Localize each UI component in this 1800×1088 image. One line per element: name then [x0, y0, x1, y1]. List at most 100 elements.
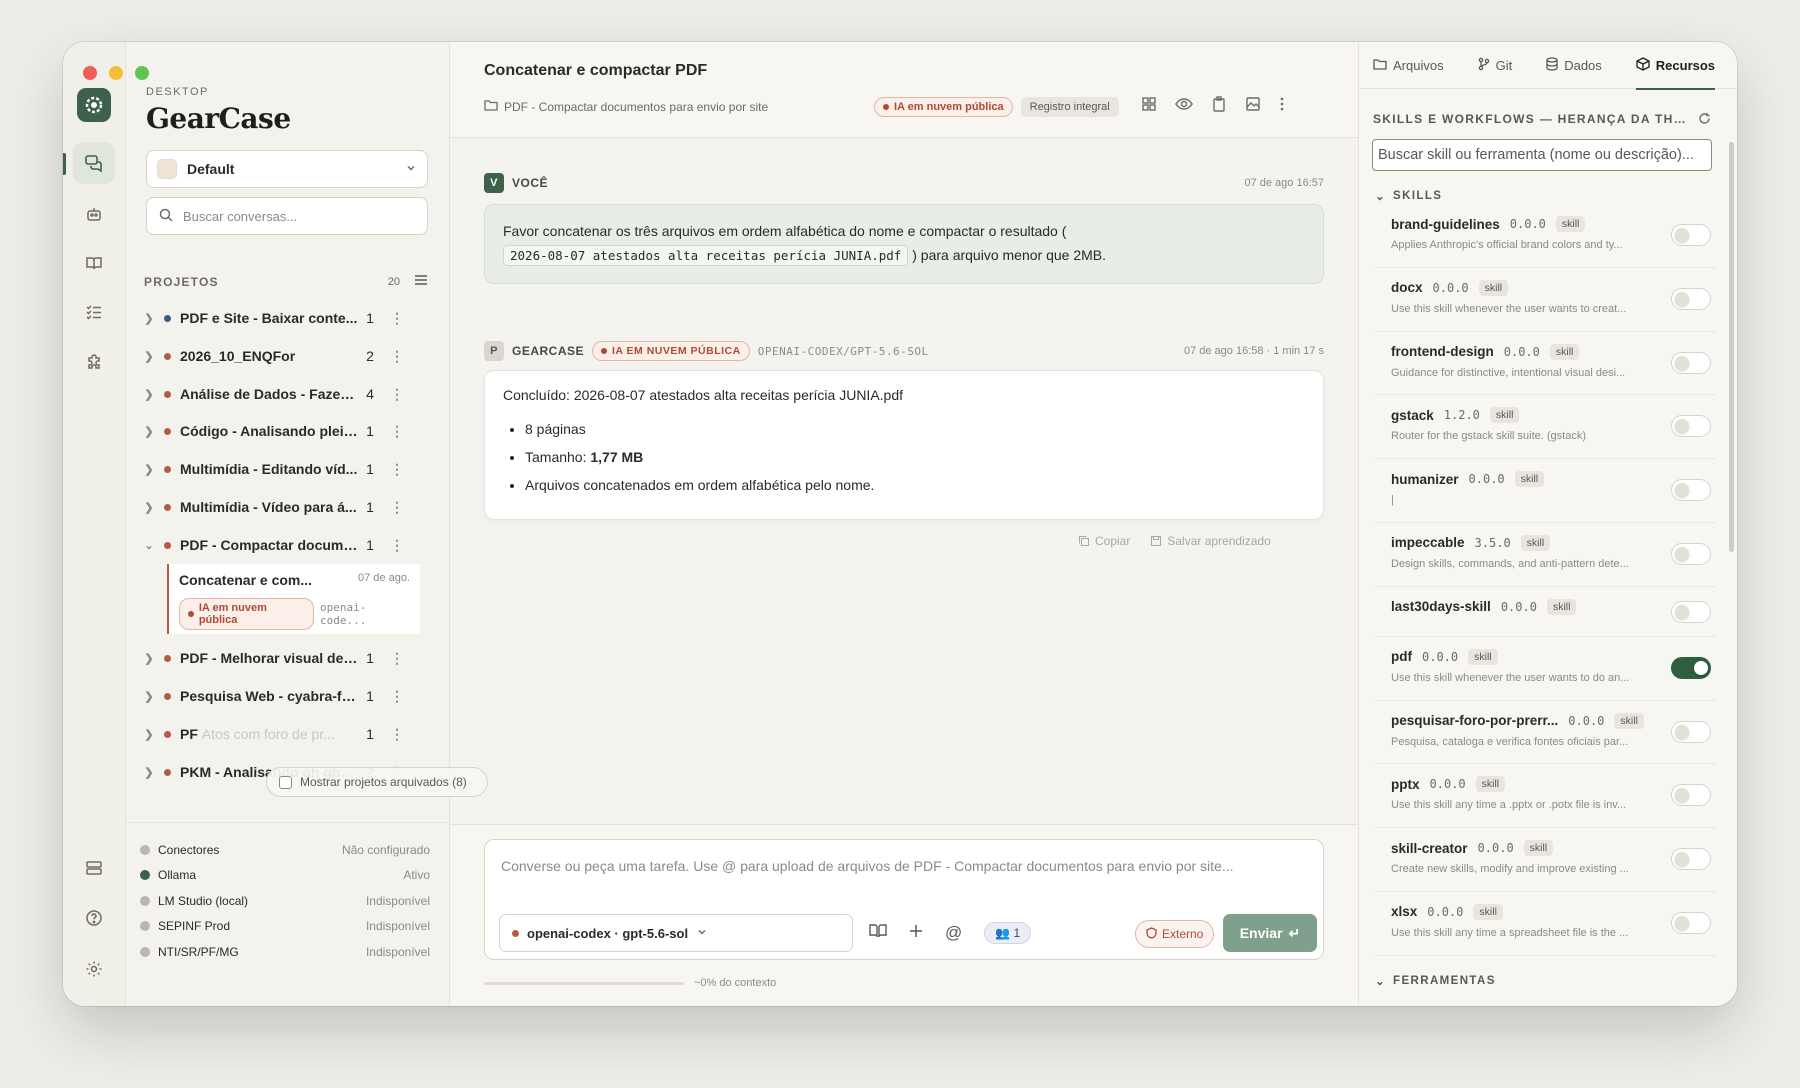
chevron-right-icon: ❯	[144, 312, 154, 325]
tools-heading[interactable]: ⌄ FERRAMENTAS	[1375, 974, 1496, 988]
skill-toggle[interactable]	[1671, 600, 1711, 623]
chevron-down-icon: ⌄	[144, 539, 154, 552]
layout-icon[interactable]	[73, 847, 115, 889]
more-vertical-icon[interactable]: ⋮	[382, 650, 412, 667]
more-vertical-icon[interactable]: ⋮	[382, 537, 412, 554]
more-vertical-icon[interactable]: ⋮	[382, 461, 412, 478]
connector-row[interactable]: Ollama Ativo	[140, 863, 430, 889]
enter-icon: ↵	[1288, 924, 1301, 941]
checklist-icon[interactable]	[73, 291, 115, 333]
skill-toggle[interactable]	[1671, 415, 1711, 438]
book-icon[interactable]	[869, 923, 887, 944]
clipboard-icon[interactable]	[1211, 96, 1227, 117]
book-icon[interactable]	[73, 242, 115, 284]
project-row[interactable]: ❯ Código - Analisando pleia... 1 ⋮	[138, 413, 416, 449]
composer[interactable]: Converse ou peça uma tarefa. Use @ para …	[484, 839, 1365, 960]
skill-toggle[interactable]	[1671, 542, 1711, 565]
more-vertical-icon[interactable]	[1279, 96, 1285, 117]
context-label: ~0% do contexto	[694, 977, 777, 989]
external-badge[interactable]: Externo	[1135, 920, 1215, 948]
skill-toggle[interactable]	[1671, 720, 1711, 743]
save-learning-button[interactable]: Salvar aprendizado	[1150, 534, 1271, 548]
project-row[interactable]: ❯ Multimídia - Vídeo para á... 1 ⋮	[138, 489, 416, 525]
connector-row[interactable]: LM Studio (local) Indisponível	[140, 888, 430, 914]
plus-icon[interactable]	[909, 924, 923, 943]
chevron-right-icon: ❯	[144, 425, 154, 438]
eye-icon[interactable]	[1174, 96, 1193, 117]
project-name: Multimídia - Vídeo para á...	[180, 499, 357, 515]
project-row[interactable]: ❯ PDF - Melhorar visual de ... 1 ⋮	[138, 640, 416, 676]
chevron-down-icon	[696, 926, 708, 941]
skill-toggle[interactable]	[1671, 848, 1711, 871]
avatar: P	[484, 341, 504, 361]
copy-button[interactable]: Copiar	[1078, 534, 1130, 548]
skill-toggle[interactable]	[1671, 351, 1711, 374]
more-vertical-icon[interactable]: ⋮	[382, 688, 412, 705]
project-row[interactable]: ❯ PF Atos com foro de pr... 1 ⋮	[138, 716, 416, 752]
skill-toggle[interactable]	[1671, 656, 1711, 679]
skill-toggle[interactable]	[1671, 911, 1711, 934]
skill-description: Create new skills, modify and improve ex…	[1391, 863, 1629, 876]
chat-icon[interactable]	[73, 142, 115, 184]
more-vertical-icon[interactable]: ⋮	[382, 310, 412, 327]
avatar: V	[484, 173, 504, 193]
model-select[interactable]: openai-codex · gpt-5.6-sol	[499, 914, 853, 952]
project-row[interactable]: ❯ Multimídia - Editando víd... 1 ⋮	[138, 451, 416, 487]
grid-icon[interactable]	[1141, 96, 1157, 117]
connector-row[interactable]: Conectores Não configurado	[140, 837, 430, 863]
chevron-right-icon: ❯	[144, 652, 154, 665]
skill-toggle[interactable]	[1671, 784, 1711, 807]
archived-checkbox[interactable]	[279, 775, 292, 789]
panel-scrollbar[interactable]	[1729, 142, 1734, 552]
show-archived-toggle[interactable]: Mostrar projetos arquivados (8)	[266, 767, 488, 797]
log-badge: Registro integral	[1020, 96, 1119, 117]
minimize-window-button[interactable]	[109, 66, 123, 80]
skill-item: docx 0.0.0 skill Use this skill whenever th…	[1375, 268, 1715, 332]
close-window-button[interactable]	[83, 66, 97, 80]
skill-search-placeholder: Buscar skill ou ferramenta (nome ou desc…	[1378, 147, 1694, 163]
more-vertical-icon[interactable]: ⋮	[382, 726, 412, 743]
send-button[interactable]: Enviar ↵	[1223, 914, 1317, 952]
list-menu-icon[interactable]	[414, 274, 428, 289]
project-row-selected[interactable]: ⌄ PDF - Compactar docume... 1 ⋮	[138, 527, 416, 563]
more-vertical-icon[interactable]: ⋮	[382, 348, 412, 365]
message-input[interactable]: Converse ou peça uma tarefa. Use @ para …	[501, 854, 1291, 878]
puzzle-icon[interactable]	[73, 342, 115, 384]
workspace-select[interactable]: Default	[146, 150, 428, 188]
more-vertical-icon[interactable]: ⋮	[382, 386, 412, 403]
skill-toggle[interactable]	[1671, 224, 1711, 246]
connector-row[interactable]: NTI/SR/PF/MG Indisponível	[140, 939, 430, 965]
tab-recursos[interactable]: Recursos	[1635, 42, 1716, 90]
skill-toggle[interactable]	[1671, 287, 1711, 310]
model-dot	[512, 929, 519, 937]
connector-row[interactable]: SEPINF Prod Indisponível	[140, 914, 430, 940]
help-icon[interactable]	[73, 897, 115, 939]
message-time: 07 de ago 16:57	[1244, 177, 1324, 189]
skills-heading[interactable]: ⌄ SKILLS	[1375, 189, 1442, 203]
more-vertical-icon[interactable]: ⋮	[382, 423, 412, 440]
skill-name: gstack	[1391, 407, 1434, 423]
settings-gear-icon[interactable]	[73, 948, 115, 990]
tab-arquivos[interactable]: Arquivos	[1373, 42, 1444, 89]
breadcrumb[interactable]: PDF - Compactar documentos para envio po…	[484, 99, 768, 114]
conversation-item[interactable]: Concatenar e com... 07 de ago. IA em nuve…	[167, 564, 420, 634]
robot-icon[interactable]	[73, 193, 115, 235]
project-row[interactable]: ❯ Pesquisa Web - cyabra-fa... 1 ⋮	[138, 678, 416, 714]
skill-name: last30days-skill	[1391, 599, 1491, 615]
project-row[interactable]: ❯ 2026_10_ENQFor 2 ⋮	[138, 338, 416, 374]
project-row[interactable]: ❯ PDF e Site - Baixar conte... 1 ⋮	[138, 300, 416, 336]
skill-version: 0.0.0	[1500, 599, 1537, 614]
project-row[interactable]: ❯ Análise de Dados - Fazen... 4 ⋮	[138, 376, 416, 412]
tab-dados[interactable]: Dados	[1546, 42, 1602, 89]
skill-toggle[interactable]	[1671, 479, 1711, 502]
at-mention-icon[interactable]: @	[945, 923, 962, 943]
maximize-window-button[interactable]	[135, 66, 149, 80]
refresh-icon[interactable]	[1698, 112, 1711, 128]
tab-git[interactable]: Git	[1478, 42, 1512, 89]
agents-badge[interactable]: 👥 1	[984, 922, 1032, 944]
more-vertical-icon[interactable]: ⋮	[382, 499, 412, 516]
image-edit-icon[interactable]	[1245, 96, 1261, 117]
conversation-search-input[interactable]: Buscar conversas...	[146, 197, 428, 235]
skill-search-input[interactable]: Buscar skill ou ferramenta (nome ou desc…	[1372, 139, 1712, 171]
resources-panel: Arquivos Git Dados Recursos SKILLS E WOR…	[1358, 42, 1737, 1006]
